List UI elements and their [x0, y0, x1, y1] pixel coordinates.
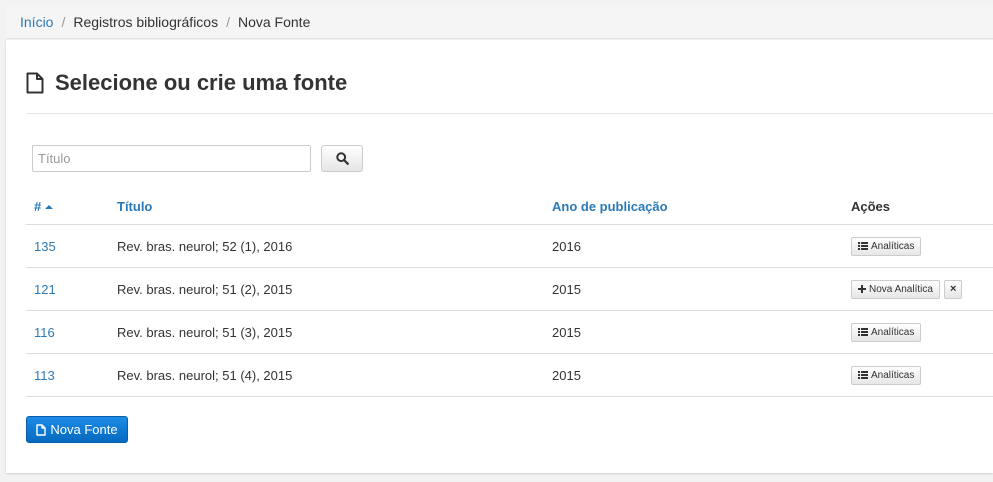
file-icon	[26, 72, 44, 94]
table-row: 121 Rev. bras. neurol; 51 (2), 2015 2015…	[26, 267, 993, 311]
row-ano: 2015	[544, 267, 843, 311]
list-icon	[858, 242, 868, 250]
breadcrumb-separator: /	[61, 13, 66, 30]
breadcrumb-separator: /	[226, 13, 230, 30]
page-title-text: Selecione ou crie uma fonte	[55, 70, 348, 95]
table-row: 116 Rev. bras. neurol; 51 (3), 2015 2015…	[26, 310, 993, 354]
row-ano: 2015	[544, 310, 843, 354]
breadcrumb-home-link[interactable]: Início	[20, 14, 53, 30]
row-titulo: Rev. bras. neurol; 51 (4), 2015	[109, 353, 544, 397]
row-titulo: Rev. bras. neurol; 52 (1), 2016	[109, 224, 544, 268]
row-id-link[interactable]: 135	[34, 239, 56, 254]
row-id-link[interactable]: 121	[34, 282, 56, 297]
row-id-link[interactable]: 113	[34, 368, 55, 383]
column-header-titulo[interactable]: Título	[109, 188, 544, 225]
analiticas-button[interactable]: Analíticas	[851, 365, 922, 385]
column-header-ano[interactable]: Ano de publicação	[544, 188, 843, 225]
divider	[26, 113, 993, 114]
breadcrumb-registros: Registros bibliográficos	[73, 13, 219, 30]
table-header-row: # Título Ano de publicação Ações	[26, 188, 993, 225]
search-button[interactable]	[321, 145, 363, 172]
table-row: 113 Rev. bras. neurol; 51 (4), 2015 2015…	[26, 353, 993, 397]
table-row: 135 Rev. bras. neurol; 52 (1), 2016 2016…	[26, 224, 993, 268]
nova-analitica-button[interactable]: Nova Analítica	[851, 279, 940, 299]
search-input[interactable]	[32, 145, 311, 172]
search-icon	[335, 152, 349, 165]
page-title: Selecione ou crie uma fonte	[26, 70, 347, 96]
nova-fonte-button[interactable]: Nova Fonte	[26, 416, 128, 443]
file-icon	[36, 423, 47, 436]
row-id-link[interactable]: 116	[34, 325, 55, 340]
breadcrumb-current: Nova Fonte	[237, 13, 311, 30]
row-ano: 2015	[544, 353, 843, 397]
main-panel: Selecione ou crie uma fonte # Título Ano…	[6, 40, 993, 473]
sources-table: # Título Ano de publicação Ações 135 Rev…	[26, 188, 993, 397]
row-titulo: Rev. bras. neurol; 51 (3), 2015	[109, 310, 544, 354]
row-titulo: Rev. bras. neurol; 51 (2), 2015	[109, 267, 544, 311]
analiticas-button[interactable]: Analíticas	[851, 322, 922, 342]
sort-up-icon	[45, 205, 54, 210]
breadcrumb: Início / Registros bibliográficos / Nova…	[6, 5, 993, 39]
column-header-id[interactable]: #	[26, 188, 109, 225]
analiticas-button[interactable]: Analíticas	[851, 236, 922, 256]
row-ano: 2016	[544, 224, 843, 268]
delete-button[interactable]: ×	[943, 279, 963, 299]
plus-icon	[858, 285, 866, 293]
list-icon	[858, 371, 868, 379]
column-header-acoes: Ações	[843, 188, 993, 225]
list-icon	[858, 328, 868, 336]
